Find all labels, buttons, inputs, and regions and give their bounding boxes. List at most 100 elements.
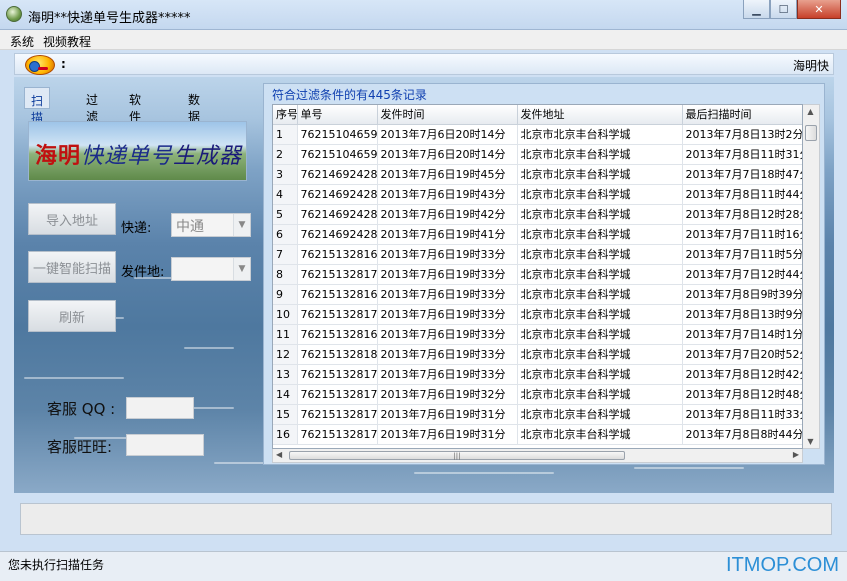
horizontal-scrollbar[interactable]: ◀ ||| ▶ [272, 449, 803, 463]
table-cell: 3 [273, 164, 298, 185]
column-header-index[interactable]: 序号 [273, 105, 298, 125]
tab-scan[interactable]: 扫描 [24, 87, 51, 125]
table-cell: 762146924285 [297, 184, 378, 205]
menu-item-video-tutorial[interactable]: 视频教程 [43, 33, 91, 50]
table-cell: 2013年7月6日19时33分 [377, 284, 518, 305]
table-row[interactable]: 11 762151328168 2013年7月6日19时33分 北京市北京丰台科学城 2… [273, 324, 802, 345]
column-header-tracking-no[interactable]: 单号 [297, 105, 378, 125]
qq-label: 客服 QQ : [47, 400, 116, 418]
table-cell: 北京市北京丰台科学城 [517, 204, 683, 225]
table-row[interactable]: 16 762151328173 2013年7月6日19时31分 北京市北京丰台科学城 2… [273, 424, 802, 445]
table-cell: 北京市北京丰台科学城 [517, 404, 683, 425]
table-row[interactable]: 8 762151328174 2013年7月6日19时33分 北京市北京丰台科学城 20… [273, 264, 802, 285]
scroll-right-icon[interactable]: ▶ [793, 450, 799, 459]
table-cell: 14 [273, 384, 298, 405]
table-header-row: 序号 单号 发件时间 发件地址 最后扫描时间 [273, 105, 802, 125]
table-cell: 6 [273, 224, 298, 245]
origin-select[interactable]: ▼ [171, 257, 251, 281]
table-row[interactable]: 2 762151046595 2013年7月6日20时14分 北京市北京丰台科学城 20… [273, 144, 802, 165]
table-cell: 762151328174 [297, 264, 378, 285]
table-cell: 762151046594 [297, 124, 378, 145]
table-row[interactable]: 7 762151328167 2013年7月6日19时33分 北京市北京丰台科学城 20… [273, 244, 802, 265]
table-cell: 2013年7月8日8时44分 [682, 424, 802, 445]
origin-label: 发件地: [121, 265, 165, 280]
scroll-down-icon[interactable]: ▼ [803, 437, 818, 446]
maximize-button[interactable]: ☐ [770, 0, 797, 19]
table-cell: 5 [273, 204, 298, 225]
table-cell: 北京市北京丰台科学城 [517, 424, 683, 445]
logo-text: 海明快递单号生成器 [35, 143, 243, 169]
table-row[interactable]: 4 762146924285 2013年7月6日19时43分 北京市北京丰台科学城 20… [273, 184, 802, 205]
table-cell: 2013年7月6日20时14分 [377, 124, 518, 145]
scroll-up-icon[interactable]: ▲ [803, 107, 818, 116]
column-header-send-address[interactable]: 发件地址 [517, 105, 683, 125]
table-row[interactable]: 13 762151328178 2013年7月6日19时33分 北京市北京丰台科学城 2… [273, 364, 802, 385]
menu-item-system[interactable]: 系统 [10, 33, 34, 50]
table-cell: 762151328172 [297, 404, 378, 425]
vertical-scrollbar[interactable]: ▲ ▼ [803, 104, 820, 449]
wangwang-field[interactable] [126, 434, 204, 456]
column-header-send-time[interactable]: 发件时间 [377, 105, 518, 125]
tab-database[interactable]: 数据库操作 [182, 87, 206, 175]
express-select[interactable]: 中通 ▼ [171, 213, 251, 237]
table-row[interactable]: 6 762146924289 2013年7月6日19时41分 北京市北京丰台科学城 20… [273, 224, 802, 245]
table-cell: 9 [273, 284, 298, 305]
chevron-down-icon: ▼ [233, 214, 250, 236]
horizontal-scroll-thumb[interactable]: ||| [289, 451, 625, 460]
table-row[interactable]: 5 762146924287 2013年7月6日19时42分 北京市北京丰台科学城 20… [273, 204, 802, 225]
table-cell: 2013年7月6日19时31分 [377, 404, 518, 425]
tab-filter[interactable]: 过滤 [80, 87, 104, 124]
table-row[interactable]: 1 762151046594 2013年7月6日20时14分 北京市北京丰台科学城 20… [273, 124, 802, 145]
vertical-scroll-thumb[interactable] [805, 125, 817, 141]
table-cell: 2013年7月8日11时33分 [682, 404, 802, 425]
table-cell: 2013年7月8日12时42分 [682, 364, 802, 385]
express-label: 快递: [121, 221, 152, 236]
table-cell: 2013年7月6日19时33分 [377, 304, 518, 325]
table-cell: 2013年7月7日12时44分 [682, 264, 802, 285]
app-icon [6, 6, 22, 22]
results-count-title: 符合过滤条件的有445条记录 [272, 88, 427, 102]
table-cell: 13 [273, 364, 298, 385]
window-controls: ▁ ☐ ✕ [743, 0, 841, 19]
import-address-button[interactable]: 导入地址 [28, 203, 116, 235]
table-cell: 2013年7月7日11时5分 [682, 244, 802, 265]
marquee-bar: : 海明快 [14, 53, 834, 75]
table-cell: 2013年7月6日19时45分 [377, 164, 518, 185]
table-cell: 762151046595 [297, 144, 378, 165]
table-cell: 762151328177 [297, 304, 378, 325]
table-row[interactable]: 14 762151328179 2013年7月6日19时32分 北京市北京丰台科学城 2… [273, 384, 802, 405]
results-table: 序号 单号 发件时间 发件地址 最后扫描时间 1 762151046594 2013… [272, 104, 803, 449]
qq-field[interactable] [126, 397, 194, 419]
title-bar: 海明**快递单号生成器***** ▁ ☐ ✕ [0, 0, 847, 30]
minimize-button[interactable]: ▁ [743, 0, 770, 19]
table-cell: 762151328162 [297, 284, 378, 305]
table-cell: 12 [273, 344, 298, 365]
table-cell: 北京市北京丰台科学城 [517, 164, 683, 185]
refresh-button[interactable]: 刷新 [28, 300, 116, 332]
table-cell: 北京市北京丰台科学城 [517, 284, 683, 305]
table-cell: 北京市北京丰台科学城 [517, 224, 683, 245]
table-cell: 16 [273, 424, 298, 445]
table-cell: 北京市北京丰台科学城 [517, 244, 683, 265]
table-cell: 2013年7月8日12时48分 [682, 384, 802, 405]
close-button[interactable]: ✕ [797, 0, 841, 19]
table-row[interactable]: 3 762146924286 2013年7月6日19时45分 北京市北京丰台科学城 20… [273, 164, 802, 185]
smart-scan-button[interactable]: 一键智能扫描 [28, 251, 116, 283]
status-bar: 您未执行扫描任务 ITMOP.COM [0, 551, 847, 581]
table-cell: 北京市北京丰台科学城 [517, 344, 683, 365]
table-cell: 1 [273, 124, 298, 145]
table-cell: 北京市北京丰台科学城 [517, 144, 683, 165]
table-cell: 2013年7月6日19时33分 [377, 244, 518, 265]
table-cell: 762151328179 [297, 384, 378, 405]
scroll-left-icon[interactable]: ◀ [276, 450, 282, 459]
table-cell: 2013年7月8日13时2分 [682, 124, 802, 145]
window-title: 海明**快递单号生成器***** [28, 11, 191, 26]
tab-help[interactable]: 软件帮助 [123, 87, 147, 158]
table-row[interactable]: 10 762151328177 2013年7月6日19时33分 北京市北京丰台科学城 2… [273, 304, 802, 325]
table-row[interactable]: 9 762151328162 2013年7月6日19时33分 北京市北京丰台科学城 20… [273, 284, 802, 305]
column-header-last-scan[interactable]: 最后扫描时间 [682, 105, 802, 125]
table-cell: 4 [273, 184, 298, 205]
table-row[interactable]: 15 762151328172 2013年7月6日19时31分 北京市北京丰台科学城 2… [273, 404, 802, 425]
table-cell: 762151328180 [297, 344, 378, 365]
table-row[interactable]: 12 762151328180 2013年7月6日19时33分 北京市北京丰台科学城 2… [273, 344, 802, 365]
